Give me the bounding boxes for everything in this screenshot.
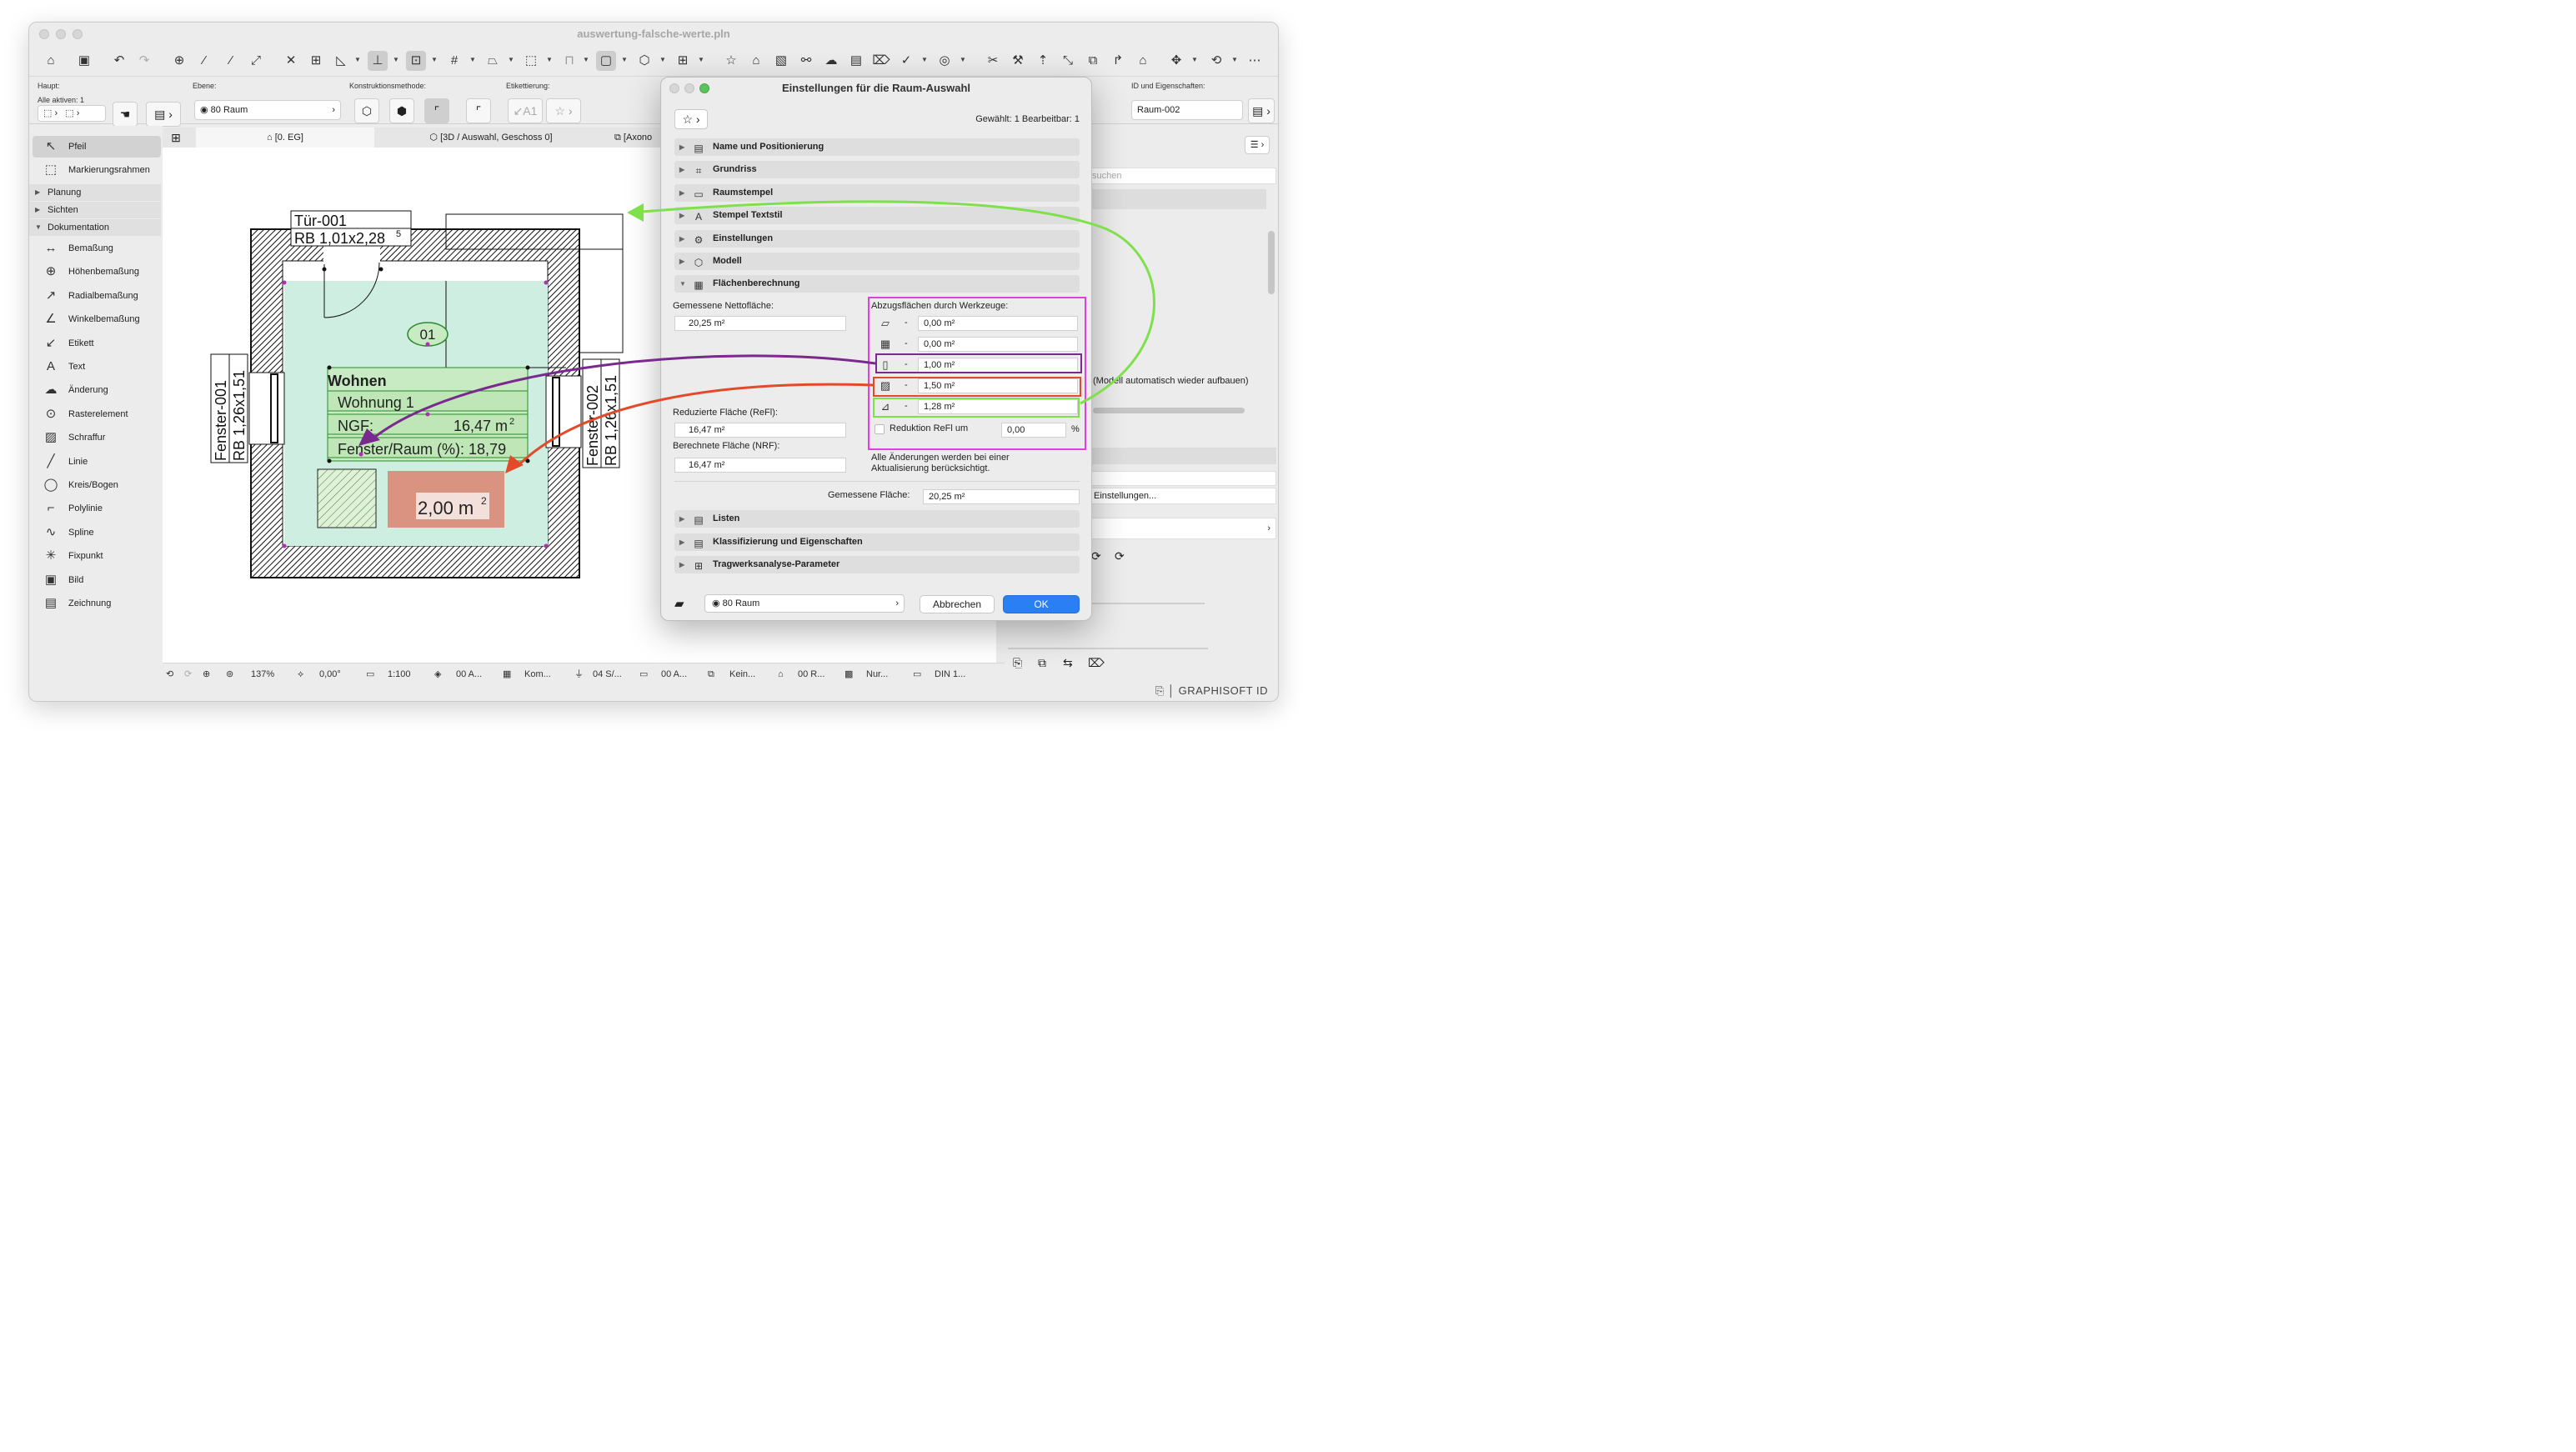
green-arrow: [641, 200, 1155, 405]
red-arrow: [515, 383, 875, 468]
annotation-arrows: [358, 200, 1155, 473]
purple-arrow: [374, 354, 876, 438]
